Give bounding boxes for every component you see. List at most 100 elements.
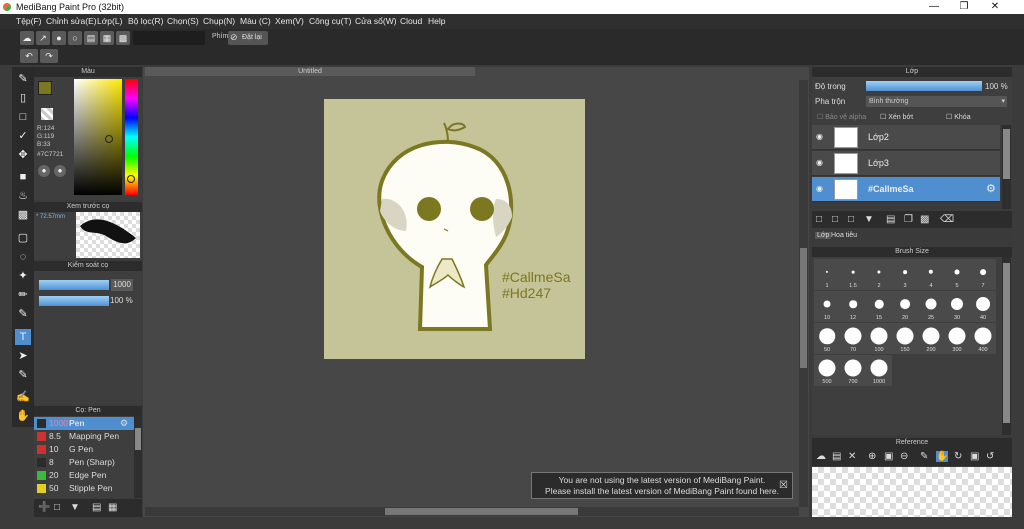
delete-layer-icon[interactable]: ⌫ <box>940 214 954 225</box>
hue-slider[interactable] <box>125 79 138 195</box>
zoom-out-icon[interactable]: ⊖ <box>900 451 908 462</box>
zoom-in-icon[interactable]: ⊕ <box>868 451 876 462</box>
menu-edit[interactable]: Chỉnh sửa(E) <box>46 16 97 26</box>
move-tool-icon[interactable]: ✥ <box>15 147 31 163</box>
select-eraser-icon[interactable]: ✎ <box>15 306 31 322</box>
duplicate-layer-icon[interactable]: ❐ <box>904 214 913 225</box>
brush-size-cell[interactable]: 15 <box>866 291 892 322</box>
transparent-swatch[interactable] <box>41 108 53 120</box>
layer-scrollbar[interactable] <box>1002 125 1011 209</box>
menu-tools[interactable]: Công cụ(T) <box>309 16 352 26</box>
brush-size-cell[interactable]: 70 <box>840 323 866 354</box>
document-tab[interactable]: Untitled <box>145 67 475 76</box>
menu-file[interactable]: Tệp(F) <box>16 16 42 26</box>
brush-copy-icon[interactable]: ▤ <box>92 502 101 513</box>
reference-view[interactable] <box>812 467 1012 517</box>
new-layer-8bit-icon[interactable]: □ <box>832 214 838 225</box>
bucket-icon[interactable]: ♨ <box>15 188 31 204</box>
rotate-icon[interactable]: ↻ <box>954 451 962 462</box>
saturation-value-picker[interactable] <box>74 79 122 195</box>
add-layer-menu-icon[interactable]: ▼ <box>864 214 874 225</box>
menu-window[interactable]: Cửa sổ(W) <box>355 16 397 26</box>
chat-icon[interactable]: ○ <box>68 31 82 45</box>
visibility-eye-icon[interactable]: ◉ <box>816 132 823 141</box>
brush-size-cell[interactable]: 500 <box>814 355 840 386</box>
brush-size-scroll-thumb[interactable] <box>1003 263 1010 423</box>
layer-row[interactable]: ◉ Lớp3 <box>812 151 1000 176</box>
comment-icon[interactable]: ● <box>52 31 66 45</box>
layer-scroll-thumb[interactable] <box>1003 129 1010 179</box>
menu-select[interactable]: Chọn(S) <box>167 16 199 26</box>
palette2-icon[interactable]: ● <box>54 165 66 177</box>
brush-size-cell[interactable]: 200 <box>918 323 944 354</box>
update-notice[interactable]: You are not using the latest version of … <box>531 472 793 499</box>
brush-size-cell[interactable]: 150 <box>892 323 918 354</box>
brush-tool-icon[interactable]: ✎ <box>15 71 31 87</box>
select-pen-icon[interactable]: ✏ <box>15 287 31 303</box>
add-brush-icon[interactable]: ➕ <box>38 502 50 513</box>
notice-close-icon[interactable]: ☒ <box>779 480 788 491</box>
brush-item-pen-sharp[interactable]: 8 Pen (Sharp) <box>34 456 134 469</box>
gradient-icon[interactable]: ▩ <box>15 207 31 223</box>
eraser-tool-icon[interactable]: ▯ <box>15 90 31 106</box>
canvas-horizontal-scrollbar[interactable] <box>145 507 799 516</box>
rotate-right-icon[interactable]: ↺ <box>986 451 994 462</box>
brush-size-cell[interactable]: 1.5 <box>840 259 866 290</box>
maximize-icon[interactable]: ❐ <box>949 0 979 14</box>
gear-icon[interactable]: ⚙ <box>120 417 128 430</box>
minimize-icon[interactable]: — <box>919 0 949 14</box>
brush-opacity-slider[interactable] <box>39 296 109 306</box>
menu-view[interactable]: Xem(V) <box>275 16 304 26</box>
brush-size-cell[interactable]: 4 <box>918 259 944 290</box>
brush-size-cell[interactable]: 12 <box>840 291 866 322</box>
folder-icon[interactable]: ▤ <box>886 214 895 225</box>
brush-list-scrollbar[interactable] <box>134 416 142 498</box>
brush-size-cell[interactable]: 7 <box>970 259 996 290</box>
hand-tool-icon[interactable]: ✋ <box>15 408 31 424</box>
brush-size-cell[interactable]: 1000 <box>866 355 892 386</box>
redo-icon[interactable]: ↷ <box>40 49 58 63</box>
menu-color[interactable]: Màu (C) <box>240 16 271 26</box>
menu-snap[interactable]: Chụp(N) <box>203 16 235 26</box>
brush-size-cell[interactable]: 3 <box>892 259 918 290</box>
eyedropper-icon[interactable]: ✎ <box>15 367 31 383</box>
tab-layer[interactable]: Lớp <box>815 232 832 239</box>
brush-size-cell[interactable]: 300 <box>944 323 970 354</box>
page-icon[interactable]: ▤ <box>84 31 98 45</box>
undo-icon[interactable]: ↶ <box>20 49 38 63</box>
new-layer-1bit-icon[interactable]: □ <box>848 214 854 225</box>
brush-size-cell[interactable]: 5 <box>944 259 970 290</box>
brush-size-cell[interactable]: 700 <box>840 355 866 386</box>
fit-icon[interactable]: ▣ <box>884 451 893 462</box>
brush-size-cell[interactable]: 50 <box>814 323 840 354</box>
visibility-eye-icon[interactable]: ◉ <box>816 158 823 167</box>
palette-icon[interactable]: ● <box>38 165 50 177</box>
brush-item-edge-pen[interactable]: 20 Edge Pen <box>34 469 134 482</box>
canvas-hscroll-thumb[interactable] <box>385 508 578 515</box>
brush-list-scroll-thumb[interactable] <box>135 428 141 450</box>
text-tool-icon[interactable]: T <box>15 329 31 345</box>
tab-navigator[interactable]: Hoa tiêu <box>831 232 857 239</box>
panels-icon[interactable]: ▩ <box>116 31 130 45</box>
brush-item-mapping-pen[interactable]: 8.5 Mapping Pen <box>34 430 134 443</box>
visibility-eye-icon[interactable]: ◉ <box>816 184 823 193</box>
hand-icon[interactable]: ✋ <box>936 451 949 462</box>
menu-cloud[interactable]: Cloud <box>400 16 422 26</box>
layer-opacity-slider[interactable] <box>866 81 982 91</box>
eyedropper-icon[interactable]: ✎ <box>920 451 928 462</box>
lasso-select-icon[interactable]: ◌ <box>15 249 31 265</box>
gear-icon[interactable]: ⚙ <box>986 182 996 195</box>
lasso-icon[interactable]: ✓ <box>15 128 31 144</box>
brush-size-cell[interactable]: 1 <box>814 259 840 290</box>
menu-filter[interactable]: Bộ lọc(R) <box>128 16 163 26</box>
brush-size-cell[interactable]: 30 <box>944 291 970 322</box>
brush-item-stipple-pen[interactable]: 50 Stipple Pen <box>34 482 134 495</box>
canvas-vscroll-thumb[interactable] <box>800 248 807 368</box>
reset-snap-button[interactable]: ⊘ Đặt lại <box>228 31 268 45</box>
primary-color-swatch[interactable] <box>38 81 52 95</box>
brush-size-cell[interactable]: 10 <box>814 291 840 322</box>
brush-size-cell[interactable]: 2 <box>866 259 892 290</box>
blend-mode-select[interactable]: Bình thường ▾ <box>866 96 1007 107</box>
operation-tool-icon[interactable]: ➤ <box>15 348 31 364</box>
rect-select-icon[interactable]: □ <box>15 109 31 125</box>
